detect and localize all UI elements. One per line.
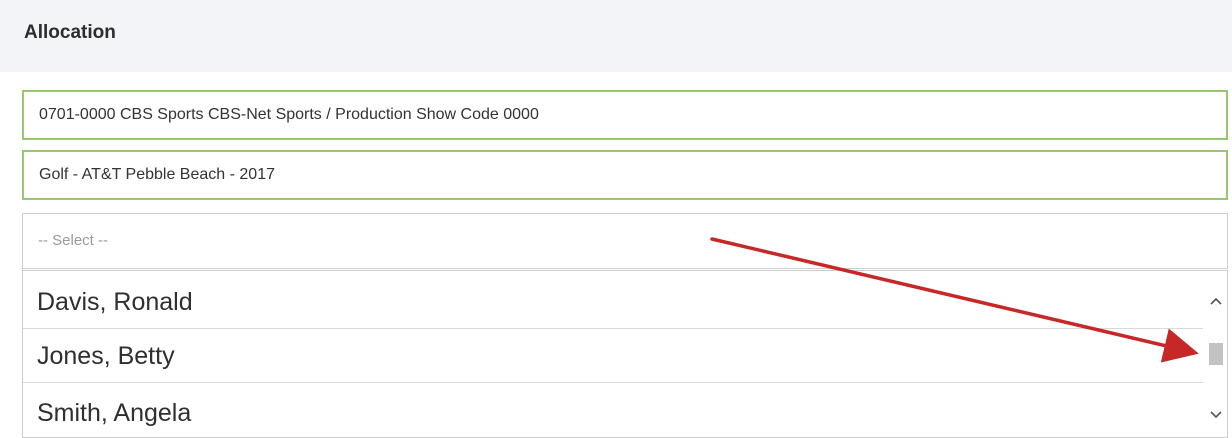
scroll-up-icon[interactable]: [1205, 289, 1227, 313]
dropdown-option[interactable]: Smith, Angela: [23, 386, 1203, 437]
dropdown-option[interactable]: Davis, Ronald: [23, 275, 1203, 329]
listbox-scrollbar[interactable]: [1205, 271, 1227, 437]
dropdown-listbox[interactable]: Davis, Ronald Jones, Betty Smith, Angela: [22, 270, 1228, 438]
scroll-down-icon[interactable]: [1205, 403, 1227, 427]
cost-center-field[interactable]: 0701-0000 CBS Sports CBS-Net Sports / Pr…: [22, 90, 1228, 140]
section-header: Allocation: [0, 0, 1232, 72]
event-field[interactable]: Golf - AT&T Pebble Beach - 2017: [22, 150, 1228, 200]
person-select[interactable]: -- Select --: [22, 213, 1228, 269]
scroll-thumb[interactable]: [1209, 343, 1223, 365]
section-title: Allocation: [24, 22, 116, 43]
dropdown-option[interactable]: Jones, Betty: [23, 329, 1203, 383]
